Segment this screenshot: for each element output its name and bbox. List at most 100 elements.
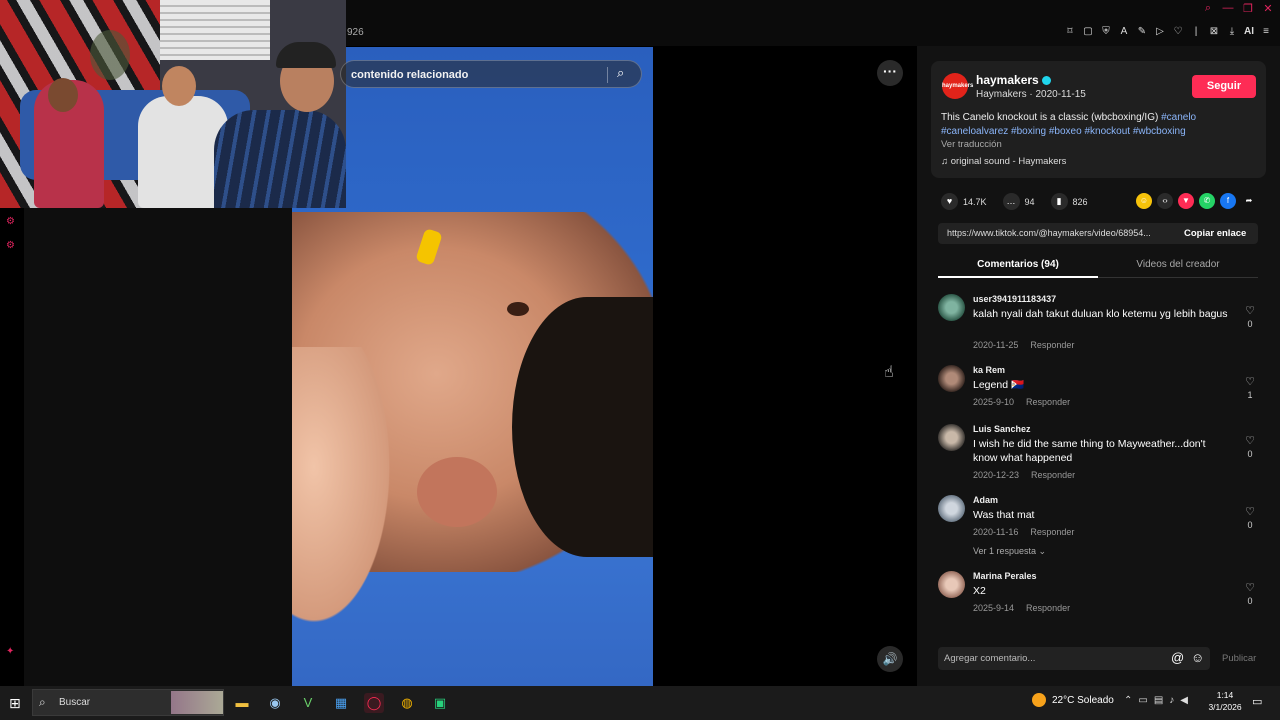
hashtag[interactable]: #knockout	[1084, 126, 1130, 137]
translate-icon[interactable]: A	[1118, 26, 1130, 37]
comment-like-count: 0	[1247, 520, 1253, 530]
comment-user[interactable]: Adam	[973, 495, 998, 505]
comment-heart-icon[interactable]: ♡	[1243, 505, 1257, 518]
comment-user[interactable]: Luis Sanchez	[973, 424, 1031, 434]
network-icon[interactable]: ▤	[1154, 695, 1163, 706]
maximize-icon[interactable]: ❐	[1242, 2, 1254, 15]
related-search-text[interactable]: contenido relacionado	[351, 69, 468, 81]
author-avatar[interactable]: haymakers	[942, 73, 973, 99]
search-icon[interactable]: ⌕	[1202, 2, 1214, 15]
send-icon[interactable]: ▼	[1178, 193, 1194, 209]
emoji-icon[interactable]: ☺	[1191, 650, 1204, 665]
music-note-icon: ♫	[941, 156, 951, 167]
whatsapp-icon[interactable]: ✆	[1199, 193, 1215, 209]
author-name[interactable]: haymakers	[976, 73, 1051, 87]
heart-icon[interactable]: ♡	[1172, 26, 1184, 37]
shield-icon[interactable]: ⛨	[1100, 26, 1112, 37]
facebook-icon[interactable]: f	[1220, 193, 1236, 209]
app-green-icon[interactable]: ▣	[430, 693, 450, 713]
tab-icon[interactable]: ▢	[1082, 26, 1094, 37]
chrome-icon[interactable]: ◍	[397, 693, 417, 713]
system-clock[interactable]: 1:14 3/1/2026	[1206, 689, 1244, 713]
mic-icon[interactable]: ♪	[1169, 695, 1174, 706]
sound-name[interactable]: original sound - Haymakers	[951, 156, 1067, 167]
weather-widget[interactable]: 22°C Soleado	[1032, 693, 1114, 707]
hashtag[interactable]: #boxeo	[1049, 126, 1082, 137]
volume-icon[interactable]: 🔊	[877, 646, 903, 672]
display-icon[interactable]: ▭	[1138, 695, 1147, 706]
emoji-share-icon[interactable]: ☺	[1136, 193, 1152, 209]
bookmark-icon[interactable]: ▮	[1050, 193, 1068, 210]
tab-comments[interactable]: Comentarios (94)	[938, 259, 1098, 278]
comment-user[interactable]: Marina Perales	[973, 571, 1037, 581]
search-icon[interactable]: ⌕	[617, 65, 624, 81]
video-url[interactable]: https://www.tiktok.com/@haymakers/video/…	[947, 228, 1173, 238]
notification-icon[interactable]: ▭	[1252, 695, 1262, 708]
lock-icon[interactable]: ⊠	[1208, 26, 1220, 37]
avatar[interactable]	[938, 424, 965, 451]
copy-link-button[interactable]: Copiar enlace	[1184, 228, 1246, 239]
comment-heart-icon[interactable]: ♡	[1243, 434, 1257, 447]
taskbar-search-label[interactable]: Buscar	[59, 697, 90, 708]
chevron-up-icon[interactable]: ⌃	[1124, 695, 1132, 706]
speaker-icon[interactable]: ◀	[1180, 695, 1188, 706]
comment-user[interactable]: ka Rem	[973, 365, 1005, 375]
search-icon: ⌕	[39, 695, 46, 709]
taskbar-search[interactable]: ⌕ Buscar	[32, 689, 224, 716]
comment-user[interactable]: user3941911183437	[973, 294, 1056, 304]
sidebar-settings-icon[interactable]: ⚙	[6, 216, 15, 227]
hashtag[interactable]: #canelo	[1161, 112, 1196, 123]
minimize-icon[interactable]: —	[1222, 2, 1234, 15]
file-explorer-icon[interactable]: ▬	[232, 693, 252, 713]
reply-button[interactable]: Responder	[1030, 527, 1074, 537]
download-icon[interactable]: ⤓	[1226, 26, 1238, 37]
publish-button[interactable]: Publicar	[1222, 653, 1256, 664]
author-name-text[interactable]: haymakers	[976, 73, 1039, 87]
comment-item: Adam Was that mat 2020-11-16 Responder Ve…	[938, 495, 1258, 557]
hashtag[interactable]: #wbcboxing	[1133, 126, 1186, 137]
url-fragment[interactable]: 926	[347, 27, 364, 38]
sound-link[interactable]: ♫ original sound - Haymakers	[941, 156, 1066, 167]
reply-button[interactable]: Responder	[1026, 603, 1070, 613]
steam-icon[interactable]: ◉	[265, 693, 285, 713]
comment-input-placeholder[interactable]: Agregar comentario...	[944, 653, 1035, 664]
store-icon[interactable]: ▦	[331, 693, 351, 713]
reply-button[interactable]: Responder	[1031, 470, 1075, 480]
translate-link[interactable]: Ver traducción	[941, 139, 1002, 150]
bookmark-icon[interactable]: ⌑	[1064, 26, 1076, 37]
mention-icon[interactable]: @	[1171, 650, 1184, 665]
windows-start-icon[interactable]: ⊞	[9, 695, 21, 712]
heart-icon[interactable]: ♥	[941, 193, 958, 210]
caption: This Canelo knockout is a classic (wbcbo…	[941, 111, 1241, 139]
embed-icon[interactable]: ‹›	[1157, 193, 1173, 209]
tab-creator-videos[interactable]: Videos del creador	[1098, 259, 1258, 270]
more-options-button[interactable]: ···	[877, 60, 903, 86]
ai-button[interactable]: AI	[1244, 26, 1254, 37]
avatar[interactable]	[938, 571, 965, 598]
close-icon[interactable]: ✕	[1262, 2, 1274, 15]
app-v-icon[interactable]: V	[298, 693, 318, 713]
follow-button[interactable]: Seguir	[1192, 75, 1256, 98]
sidebar-gear-icon[interactable]: ⚙	[6, 240, 15, 251]
hashtag[interactable]: #boxing	[1011, 126, 1046, 137]
hashtag[interactable]: #caneloalvarez	[941, 126, 1008, 137]
avatar[interactable]	[938, 294, 965, 321]
comment-heart-icon[interactable]: ♡	[1243, 581, 1257, 594]
comment-heart-icon[interactable]: ♡	[1243, 304, 1257, 317]
sidebar-ext-icon[interactable]: ✦	[6, 646, 14, 657]
comment-icon[interactable]: …	[1002, 193, 1020, 210]
comment-input[interactable]: Agregar comentario... @ ☺	[938, 647, 1210, 670]
share-arrow-icon[interactable]: ➦	[1241, 193, 1257, 209]
comment-heart-icon[interactable]: ♡	[1243, 375, 1257, 388]
related-search-box[interactable]: contenido relacionado ⌕	[340, 60, 642, 88]
cast-icon[interactable]: ✎	[1136, 26, 1148, 37]
video-player[interactable]	[292, 47, 653, 686]
menu-icon[interactable]: ≡	[1260, 26, 1272, 37]
avatar[interactable]	[938, 495, 965, 522]
view-replies-link[interactable]: Ver 1 respuesta ⌄	[973, 546, 1046, 557]
opera-gx-icon[interactable]: ◯	[364, 693, 384, 713]
reply-button[interactable]: Responder	[1030, 340, 1074, 350]
play-icon[interactable]: ▷	[1154, 26, 1166, 37]
avatar[interactable]	[938, 365, 965, 392]
reply-button[interactable]: Responder	[1026, 397, 1070, 407]
